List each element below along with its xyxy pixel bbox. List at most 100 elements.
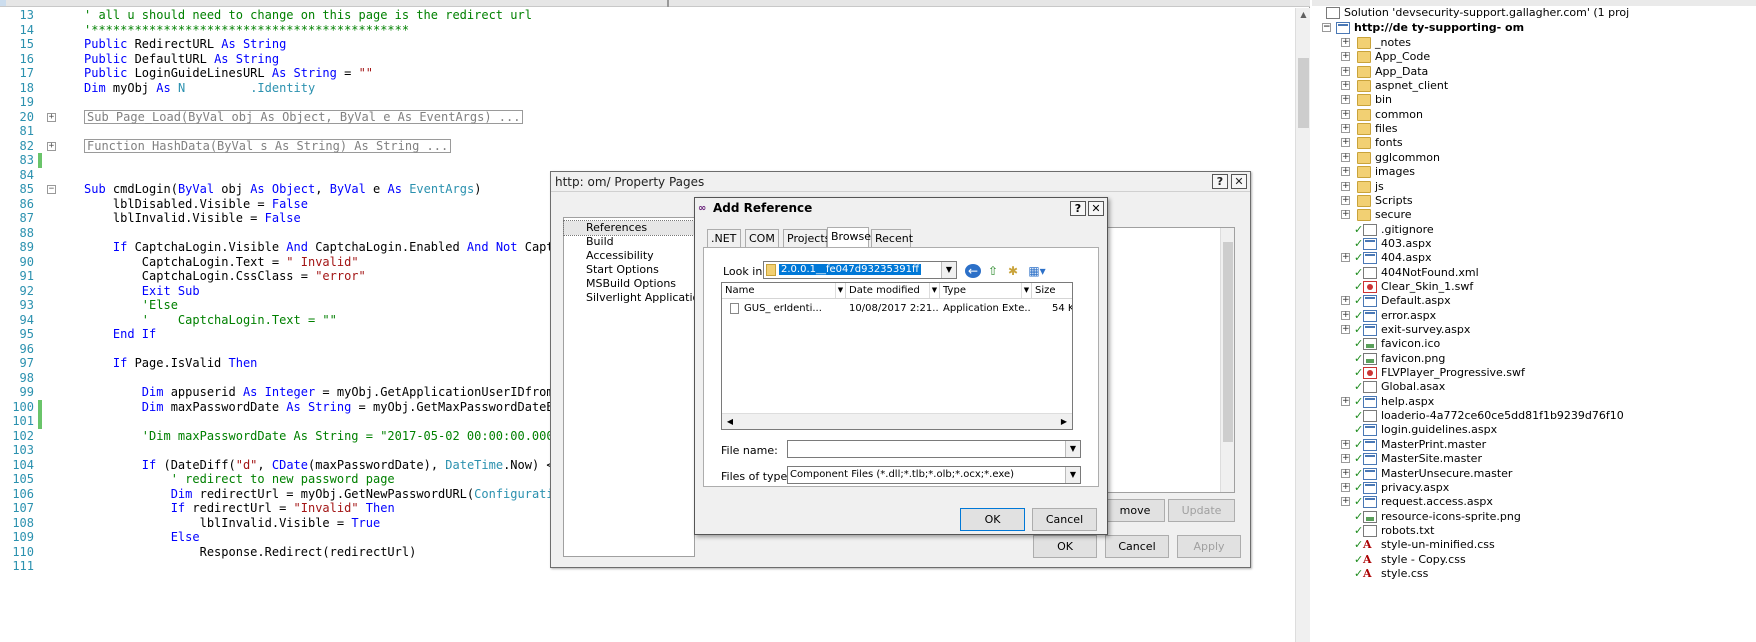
column-size[interactable]: Size (1032, 283, 1072, 299)
code-text[interactable]: Else (84, 530, 200, 545)
expand-icon[interactable]: + (47, 112, 56, 122)
code-text[interactable]: If (DateDiff("d", CDate(maxPasswordDate)… (84, 458, 626, 473)
code-line[interactable]: 19 (0, 95, 1295, 110)
expand-icon[interactable]: + (1341, 124, 1350, 134)
references-scrollbar[interactable] (1220, 228, 1234, 492)
expand-icon[interactable]: + (1341, 152, 1350, 162)
code-text[interactable]: ' redirect to new password page (84, 472, 395, 487)
remove-button[interactable]: move (1105, 499, 1165, 522)
expand-icon[interactable]: + (1341, 296, 1350, 306)
nav-item-accessibility[interactable]: Accessibility (564, 249, 694, 263)
code-text[interactable]: If CaptchaLogin.Visible And CaptchaLogin… (84, 240, 626, 255)
code-text[interactable]: lblDisabled.Visible = False (84, 197, 308, 212)
solution-explorer[interactable]: Solution 'devsecurity-support.gallagher.… (1312, 0, 1756, 642)
code-text[interactable]: CaptchaLogin.Text = " Invalid" (84, 255, 359, 270)
expand-icon[interactable]: + (1341, 66, 1350, 76)
apply-button[interactable]: Apply (1177, 535, 1241, 558)
code-text[interactable]: Exit Sub (84, 284, 200, 299)
file-list-horizontal-scrollbar[interactable]: ◀ ▶ (722, 413, 1072, 429)
code-line[interactable]: 13 ' all u should need to change on this … (0, 8, 1295, 23)
tab-projects[interactable]: Projects (783, 229, 830, 247)
scroll-right-arrow-icon[interactable]: ▶ (1056, 414, 1072, 429)
code-line[interactable]: 83 (0, 153, 1295, 168)
collapse-icon[interactable]: − (1322, 23, 1331, 32)
code-text[interactable]: Dim redirectUrl = myObj.GetNewPasswordUR… (84, 487, 626, 502)
code-text[interactable]: ' CaptchaLogin.Text = "" (84, 313, 337, 328)
tab-browse[interactable]: Browse (827, 227, 871, 248)
code-line[interactable]: 20 + Sub Page_Load(ByVal obj As Object, By… (0, 109, 1295, 125)
cancel-button[interactable]: Cancel (1032, 508, 1097, 531)
cancel-button[interactable]: Cancel (1105, 535, 1169, 558)
look-in-dropdown[interactable]: 2.0.0.1__fe047d93235391ff ▼ (763, 261, 957, 279)
nav-item-build[interactable]: Build (564, 235, 694, 249)
expand-icon[interactable]: + (1341, 181, 1350, 191)
new-folder-icon[interactable]: ✱ (1005, 264, 1021, 278)
column-type[interactable]: Type ▼ (940, 283, 1032, 299)
expand-icon[interactable]: + (47, 141, 56, 151)
nav-item-silverlight-applications[interactable]: Silverlight Applications (564, 291, 712, 305)
expand-icon[interactable]: + (1341, 253, 1350, 263)
expand-icon[interactable]: + (1341, 95, 1350, 105)
collapsed-region[interactable]: Function HashData(ByVal s As String) As … (84, 138, 452, 153)
tab-recent[interactable]: Recent (871, 229, 913, 247)
document-tab-strip[interactable] (0, 0, 1310, 7)
active-tab-edge[interactable] (0, 0, 6, 6)
file-list[interactable]: Name ▼ Date modified ▼ Type ▼ Size GUS_ erI… (721, 282, 1073, 430)
close-button[interactable]: ✕ (1231, 174, 1247, 189)
expand-icon[interactable]: + (1341, 396, 1350, 406)
chevron-down-icon[interactable]: ▼ (1021, 283, 1031, 298)
scroll-thumb[interactable] (1223, 242, 1233, 442)
expand-icon[interactable]: + (1341, 38, 1350, 47)
expand-icon[interactable]: + (1341, 482, 1350, 492)
code-text[interactable]: Response.Redirect(redirectUrl) (84, 545, 417, 560)
expand-icon[interactable]: + (1341, 210, 1350, 220)
code-text[interactable]: 'Else (84, 298, 178, 313)
scroll-up-arrow-icon[interactable]: ▲ (1296, 8, 1311, 22)
code-line[interactable]: 14 '*************************************… (0, 23, 1295, 38)
editor-vertical-scrollbar[interactable]: ▲ (1295, 8, 1310, 642)
view-menu-icon[interactable]: ▦▾ (1025, 264, 1049, 278)
code-text[interactable]: If redirectUrl = "Invalid" Then (84, 501, 395, 516)
close-button[interactable]: ✕ (1088, 201, 1104, 216)
scroll-left-arrow-icon[interactable]: ◀ (722, 414, 738, 429)
code-text[interactable]: CaptchaLogin.CssClass = "error" (84, 269, 366, 284)
code-text[interactable]: Dim maxPasswordDate As String = myObj.Ge… (84, 400, 626, 415)
help-button[interactable]: ? (1070, 201, 1086, 216)
expand-icon[interactable]: + (1341, 52, 1350, 62)
ok-button[interactable]: OK (1033, 535, 1097, 558)
nav-item-start-options[interactable]: Start Options (564, 263, 694, 277)
chevron-down-icon[interactable]: ▼ (835, 283, 845, 298)
code-text[interactable]: Public DefaultURL As String (84, 52, 279, 67)
chevron-down-icon[interactable]: ▼ (941, 262, 956, 278)
code-text[interactable]: End If (84, 327, 156, 342)
code-line[interactable]: 15 Public RedirectURL As String (0, 37, 1295, 52)
file-name-input[interactable]: ▼ (787, 440, 1081, 458)
code-text[interactable]: lblInvalid.Visible = False (84, 211, 301, 226)
expand-icon[interactable]: + (1341, 138, 1350, 148)
scroll-thumb[interactable] (1298, 58, 1309, 128)
chevron-down-icon[interactable]: ▼ (929, 283, 939, 298)
code-text[interactable]: 'Dim maxPasswordDate As String = "2017-0… (84, 429, 561, 444)
nav-item-references[interactable]: References (563, 220, 695, 236)
code-line[interactable]: 16 Public DefaultURL As String (0, 52, 1295, 67)
code-text[interactable]: If Page.IsValid Then (84, 356, 258, 371)
code-text[interactable]: Public LoginGuideLinesURL As String = "" (84, 66, 373, 81)
back-icon[interactable]: ← (965, 264, 981, 278)
update-button[interactable]: Update (1168, 499, 1235, 522)
code-text[interactable]: lblInvalid.Visible = True (84, 516, 381, 531)
expand-icon[interactable]: + (1341, 468, 1350, 478)
tab-dotnet[interactable]: .NET (707, 229, 741, 247)
expand-icon[interactable]: + (1341, 195, 1350, 205)
references-list-panel[interactable] (1105, 227, 1235, 493)
column-date-modified[interactable]: Date modified ▼ (846, 283, 940, 299)
code-text[interactable]: ' all u should need to change on this pa… (84, 8, 532, 23)
expand-icon[interactable]: + (1341, 167, 1350, 177)
collapse-icon[interactable]: − (47, 185, 56, 194)
expand-icon[interactable]: + (1341, 109, 1350, 119)
tab-com[interactable]: COM (745, 229, 779, 247)
code-text[interactable]: Dim appuserid As Integer = myObj.GetAppl… (84, 385, 626, 400)
code-line[interactable]: 17 Public LoginGuideLinesURL As String = … (0, 66, 1295, 81)
help-button[interactable]: ? (1212, 174, 1228, 189)
code-line[interactable]: 82 + Function HashData(ByVal s As String) … (0, 138, 1295, 154)
nav-item-msbuild-options[interactable]: MSBuild Options (564, 277, 694, 291)
